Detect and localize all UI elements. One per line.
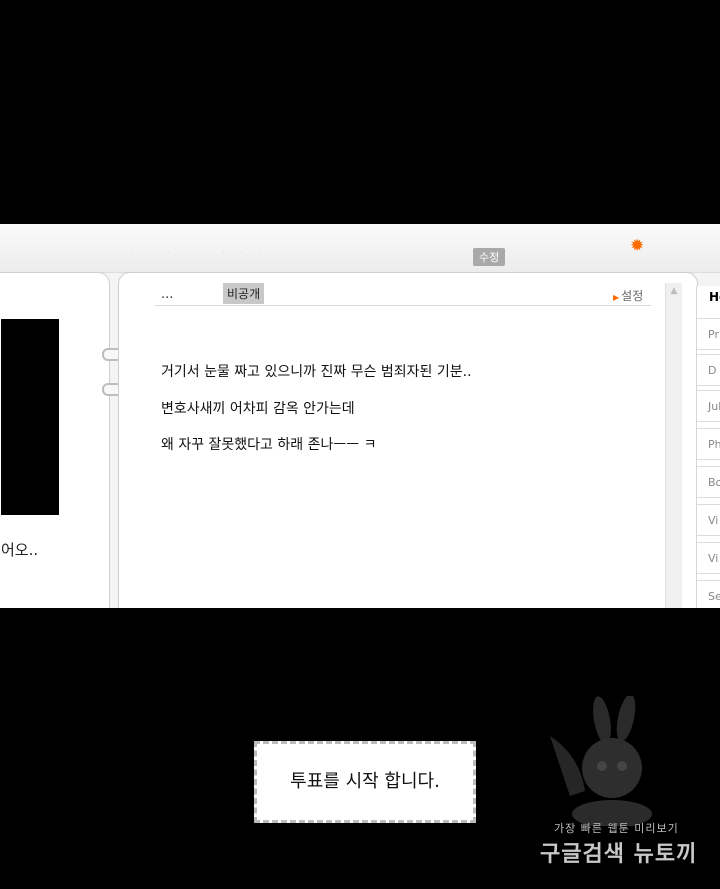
- rabbit-mascot-icon: [550, 694, 652, 828]
- watermark-line2: 구글검색 뉴토끼: [540, 842, 698, 867]
- sidebar-item[interactable]: D: [697, 354, 720, 386]
- left-photo: [1, 319, 59, 515]
- sidebar-item[interactable]: Vi: [697, 504, 720, 536]
- sidebar-item[interactable]: Bo: [697, 466, 720, 498]
- post-line: 왜 자꾸 잘못했다고 하래 존나ㅡㅡ ㅋ: [161, 437, 377, 453]
- post-header-dots: ...: [161, 287, 174, 302]
- header-divider: [155, 305, 651, 306]
- gear-icon[interactable]: ✹: [630, 236, 644, 256]
- sidebar-item[interactable]: Pr: [697, 318, 720, 350]
- private-badge: 비공개: [223, 283, 265, 304]
- vote-caption: 투표를 시작 합니다.: [290, 771, 440, 792]
- left-page-text: 어오..: [1, 541, 39, 559]
- blog-screenshot-panel: · · · · · · · · 수정 ✹ 어오.. ... 비공개 ▶ 설정 거기…: [0, 224, 720, 608]
- vote-caption-box: 투표를 시작 합니다.: [254, 741, 476, 823]
- left-page: 어오..: [0, 272, 110, 608]
- edit-button[interactable]: 수정: [473, 248, 506, 266]
- watermark: 가장 빠른 웹툰 미리보기 구글검색 뉴토끼: [540, 694, 710, 867]
- settings-link[interactable]: ▶ 설정: [613, 287, 643, 304]
- sidebar-item[interactable]: Se: [697, 580, 720, 608]
- post-page: ... 비공개 ▶ 설정 거기서 눈물 짜고 있으니까 진짜 무슨 범죄자된 기분…: [118, 272, 698, 608]
- top-toolbar: · · · · · · · · 수정 ✹: [0, 224, 720, 273]
- toolbar-dots: · · · · · · · ·: [130, 248, 268, 259]
- arrow-right-icon: ▶: [613, 293, 620, 302]
- scroll-up-icon[interactable]: ▲: [666, 283, 682, 299]
- sidebar-item[interactable]: Vi: [697, 542, 720, 574]
- watermark-line1: 가장 빠른 웹툰 미리보기: [554, 822, 679, 835]
- sidebar-item[interactable]: Juk: [697, 390, 720, 422]
- settings-label: 설정: [621, 289, 644, 303]
- post-line: 변호사새끼 어차피 감옥 안가는데: [161, 401, 355, 417]
- sidebar-item[interactable]: Ph: [697, 428, 720, 460]
- post-line: 거기서 눈물 짜고 있으니까 진짜 무슨 범죄자된 기분..: [161, 364, 472, 380]
- right-sidebar: Ho Pr D Juk Ph Bo Vi Vi Se: [696, 286, 720, 608]
- sidebar-header: Ho: [709, 290, 720, 304]
- post-scrollbar[interactable]: ▲: [665, 283, 682, 608]
